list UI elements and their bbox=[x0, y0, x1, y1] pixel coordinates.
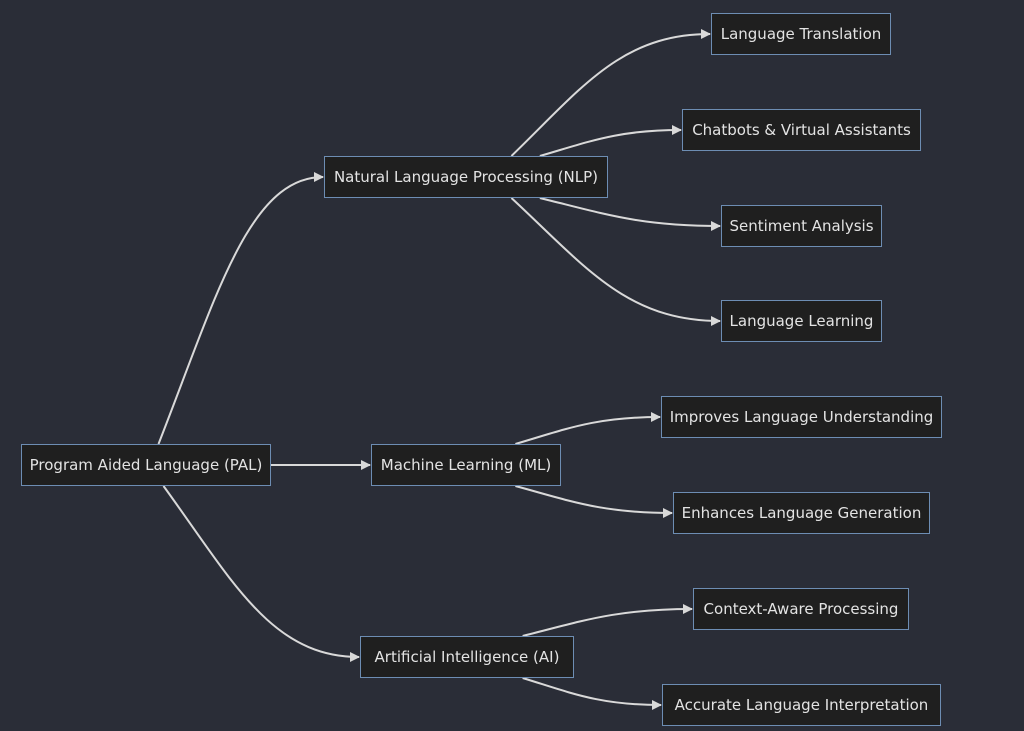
node-nlp: Natural Language Processing (NLP) bbox=[324, 156, 608, 198]
node-ml: Machine Learning (ML) bbox=[371, 444, 561, 486]
node-improves-understanding: Improves Language Understanding bbox=[661, 396, 942, 438]
edge-nlp-to-chatbots bbox=[539, 125, 682, 157]
edge-ai-to-interpretation bbox=[522, 677, 662, 710]
node-chatbots: Chatbots & Virtual Assistants bbox=[682, 109, 921, 151]
edge-nlp-to-translation bbox=[510, 29, 711, 157]
edge-ml-to-understanding bbox=[515, 412, 661, 445]
node-language-learning: Language Learning bbox=[721, 300, 882, 342]
node-enhances-generation: Enhances Language Generation bbox=[673, 492, 930, 534]
node-context-aware: Context-Aware Processing bbox=[693, 588, 909, 630]
edge-ai-to-context bbox=[522, 604, 693, 637]
edge-nlp-to-sentiment bbox=[539, 197, 721, 231]
node-sentiment-analysis: Sentiment Analysis bbox=[721, 205, 882, 247]
node-language-translation: Language Translation bbox=[711, 13, 891, 55]
edge-pal-to-ai bbox=[162, 485, 360, 662]
node-accurate-interpretation: Accurate Language Interpretation bbox=[662, 684, 941, 726]
edge-pal-to-nlp bbox=[157, 172, 324, 445]
node-ai: Artificial Intelligence (AI) bbox=[360, 636, 574, 678]
edge-ml-to-generation bbox=[515, 485, 673, 518]
node-pal: Program Aided Language (PAL) bbox=[21, 444, 271, 486]
